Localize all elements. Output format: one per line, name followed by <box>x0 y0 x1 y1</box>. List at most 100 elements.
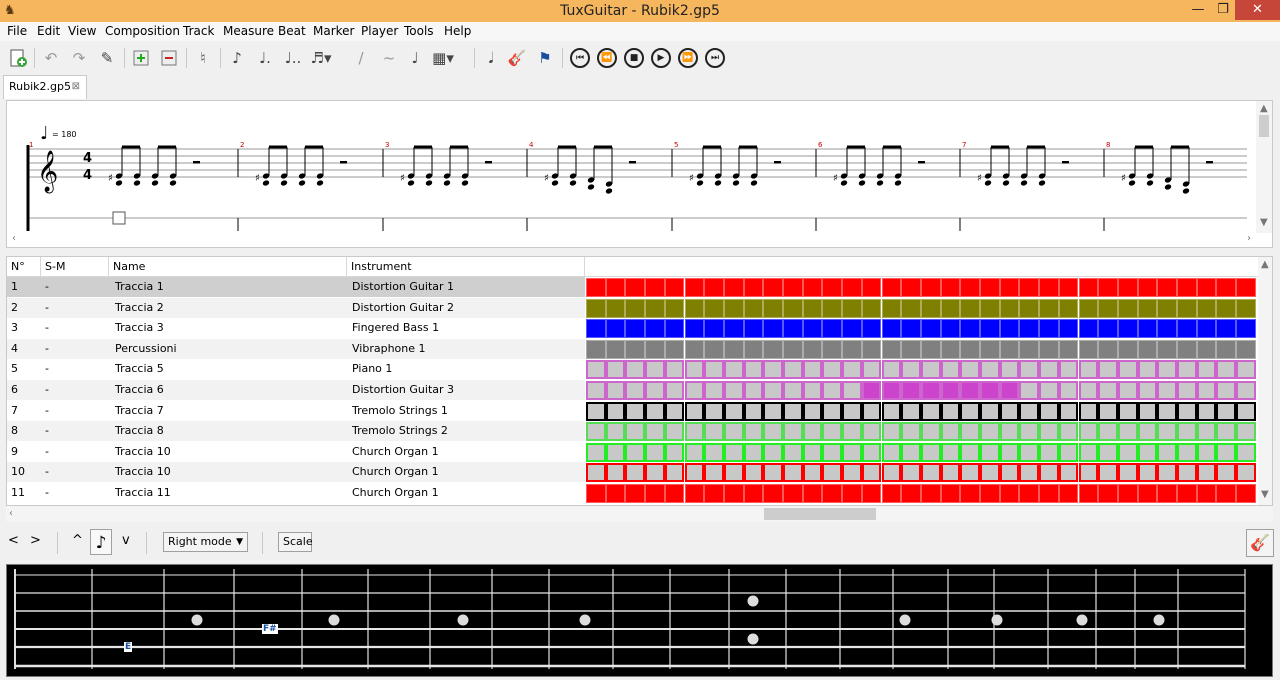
measure-cell[interactable] <box>980 484 1000 503</box>
measure-cell[interactable] <box>1216 381 1237 400</box>
measure-cell[interactable] <box>645 319 665 339</box>
measure-cell[interactable] <box>1058 278 1079 297</box>
tuplet-icon[interactable]: ♬▾ <box>310 47 332 69</box>
measure-cell[interactable] <box>645 401 665 421</box>
menu-file[interactable]: File <box>7 24 27 38</box>
fretboard[interactable]: E F# <box>6 564 1273 677</box>
measure-cell[interactable] <box>881 319 902 339</box>
measure-cell[interactable] <box>1117 422 1138 442</box>
measure-cell[interactable] <box>763 278 783 297</box>
measure-cell[interactable] <box>723 381 744 400</box>
measure-cell[interactable] <box>763 463 783 483</box>
measure-cell[interactable] <box>999 422 1020 442</box>
measure-cell[interactable] <box>1177 463 1197 483</box>
measure-cell[interactable] <box>586 278 606 297</box>
measure-cell[interactable] <box>881 442 902 462</box>
measure-cell[interactable] <box>743 319 764 339</box>
measure-cell[interactable] <box>1039 319 1059 339</box>
track-row[interactable]: 4 - Percussioni Vibraphone 1 <box>7 338 585 359</box>
measure-cell[interactable] <box>960 360 980 380</box>
measure-cell[interactable] <box>684 381 705 400</box>
measure-cell[interactable] <box>1216 360 1237 380</box>
column-header-instrument[interactable]: Instrument <box>347 257 585 277</box>
minimize-button[interactable]: — <box>1185 0 1211 20</box>
measure-cell[interactable] <box>664 422 685 442</box>
measure-cell[interactable] <box>802 381 823 400</box>
measure-cell[interactable] <box>842 401 862 421</box>
measure-cell[interactable] <box>1177 442 1197 462</box>
scroll-left-icon[interactable]: ‹ <box>12 233 16 244</box>
measure-cell[interactable] <box>1137 463 1158 483</box>
scroll-down-icon[interactable]: ▼ <box>1260 217 1268 228</box>
measure-cell[interactable] <box>763 484 783 503</box>
measure-cell[interactable] <box>1039 484 1059 503</box>
measure-cell[interactable] <box>723 278 744 297</box>
measure-cell[interactable] <box>1098 319 1118 339</box>
measure-cell[interactable] <box>743 339 764 359</box>
measure-cell[interactable] <box>1078 381 1099 400</box>
measure-cell[interactable] <box>1157 339 1177 359</box>
measure-cell[interactable] <box>743 442 764 462</box>
measure-cell[interactable] <box>1019 339 1040 359</box>
measure-cell[interactable] <box>1039 360 1059 380</box>
measure-cell[interactable] <box>1236 422 1256 442</box>
measure-cell[interactable] <box>763 339 783 359</box>
measure-cell[interactable] <box>1117 484 1138 503</box>
measure-cell[interactable] <box>1236 298 1256 318</box>
measure-cell[interactable] <box>645 278 665 297</box>
measure-cell[interactable] <box>802 484 823 503</box>
measure-cell[interactable] <box>999 381 1020 400</box>
menu-marker[interactable]: Marker <box>313 24 354 38</box>
measure-cell[interactable] <box>783 319 803 339</box>
flag-icon[interactable]: ⚑ <box>534 47 556 69</box>
measure-cell[interactable] <box>625 484 646 503</box>
measure-cell[interactable] <box>1157 381 1177 400</box>
measure-cell[interactable] <box>940 381 961 400</box>
measure-cell[interactable] <box>861 278 882 297</box>
time-signature-icon[interactable]: ♮ <box>192 47 214 69</box>
measure-cell[interactable] <box>920 484 941 503</box>
score-editor[interactable]: 𝄞 ♩ = 180 4 4 1 ♯ 2 ♯ 3 ♯ 4 ♯ 5 ♯ 6 ♯ 7 ♯ 8 ♯ ▲ ▼ ‹ › <box>6 100 1273 248</box>
menu-tools[interactable]: Tools <box>404 24 434 38</box>
measure-cell[interactable] <box>1058 401 1079 421</box>
measure-cell[interactable] <box>1078 319 1099 339</box>
octave-down-button[interactable]: v <box>122 533 130 548</box>
measure-cell[interactable] <box>960 463 980 483</box>
measure-cell[interactable] <box>822 484 843 503</box>
measure-cell[interactable] <box>783 360 803 380</box>
measure-cell[interactable] <box>1137 401 1158 421</box>
measure-cell[interactable] <box>920 422 941 442</box>
measure-cell[interactable] <box>1157 401 1177 421</box>
measure-cell[interactable] <box>625 298 646 318</box>
measure-cell[interactable] <box>999 442 1020 462</box>
measure-cell[interactable] <box>861 442 882 462</box>
measure-cell[interactable] <box>763 319 783 339</box>
measure-cell[interactable] <box>901 484 921 503</box>
measure-cell[interactable] <box>940 360 961 380</box>
measure-cell[interactable] <box>1039 298 1059 318</box>
measure-cell[interactable] <box>645 442 665 462</box>
measure-cell[interactable] <box>980 463 1000 483</box>
measure-cell[interactable] <box>802 442 823 462</box>
measure-cell[interactable] <box>605 339 626 359</box>
measure-cell[interactable] <box>783 484 803 503</box>
measure-cell[interactable] <box>1058 360 1079 380</box>
track-row[interactable]: 6 - Traccia 6 Distortion Guitar 3 <box>7 380 585 400</box>
measure-cell[interactable] <box>664 319 685 339</box>
measure-cell[interactable] <box>822 381 843 400</box>
measure-cell[interactable] <box>822 319 843 339</box>
measure-cell[interactable] <box>783 463 803 483</box>
measure-cell[interactable] <box>704 339 724 359</box>
measure-cell[interactable] <box>1177 339 1197 359</box>
measure-cell[interactable] <box>1098 278 1118 297</box>
measure-cell[interactable] <box>1117 463 1138 483</box>
measure-cell[interactable] <box>980 401 1000 421</box>
measure-cell[interactable] <box>940 484 961 503</box>
measure-cell[interactable] <box>664 463 685 483</box>
measure-cell[interactable] <box>704 298 724 318</box>
measure-cell[interactable] <box>625 381 646 400</box>
measure-cell[interactable] <box>980 319 1000 339</box>
measure-cell[interactable] <box>684 442 705 462</box>
measure-cell[interactable] <box>822 360 843 380</box>
score-vertical-thumb[interactable] <box>1259 115 1269 137</box>
